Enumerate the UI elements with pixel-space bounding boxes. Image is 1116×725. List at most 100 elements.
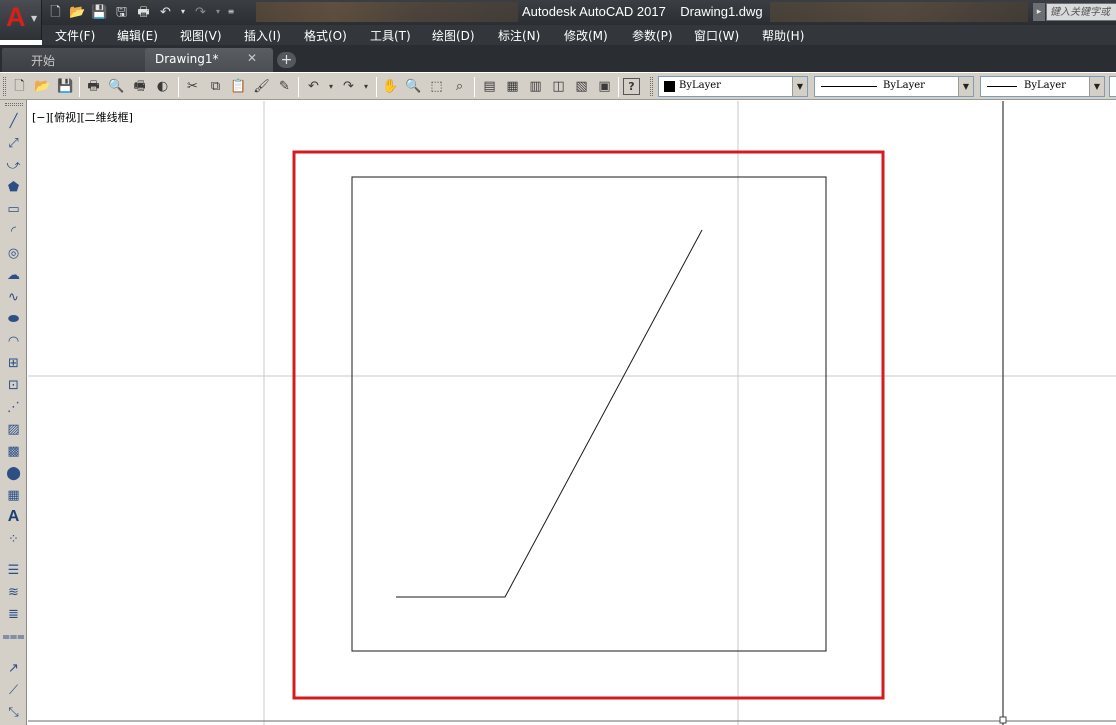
separator xyxy=(298,77,299,97)
undo-icon[interactable]: ↶ xyxy=(156,3,175,22)
save-as-icon[interactable]: 🖫 xyxy=(112,3,131,22)
make-block-icon[interactable]: ⊡ xyxy=(3,375,24,395)
copy-icon[interactable]: ⧉ xyxy=(205,76,226,97)
new-tab-button[interactable]: + xyxy=(277,52,296,68)
table-icon[interactable]: ▦ xyxy=(3,485,24,505)
plot-icon[interactable]: 🖶 xyxy=(134,3,153,22)
toolbar-grip[interactable] xyxy=(3,77,6,96)
hatch-icon[interactable]: ▨ xyxy=(3,419,24,439)
close-icon[interactable]: ✕ xyxy=(247,51,257,65)
match-properties-icon[interactable]: 🖌 xyxy=(251,76,272,97)
open-icon[interactable]: 📂 xyxy=(68,3,87,22)
redo-icon[interactable]: ↷ xyxy=(191,3,210,22)
layer-isolate-icon[interactable]: ⩶ xyxy=(2,626,24,646)
menu-file[interactable]: 文件(F) xyxy=(55,27,95,44)
open-icon[interactable]: 📂 xyxy=(32,76,53,97)
menu-parametric[interactable]: 参数(P) xyxy=(632,27,673,44)
help-icon[interactable]: ? xyxy=(623,78,640,95)
line-icon[interactable]: ╱ xyxy=(3,111,24,131)
menu-window[interactable]: 窗口(W) xyxy=(694,27,739,44)
dimension-icon[interactable]: ↗ xyxy=(3,658,24,678)
linetype-control[interactable]: ByLayer ▼ xyxy=(814,76,974,97)
undo-dropdown-icon[interactable]: ▾ xyxy=(178,3,188,22)
save-icon[interactable]: 💾 xyxy=(55,76,76,97)
design-center-icon[interactable]: ▦ xyxy=(502,76,523,97)
sheet-set-icon[interactable]: ◫ xyxy=(548,76,569,97)
menu-dimension[interactable]: 标注(N) xyxy=(498,27,540,44)
menu-draw[interactable]: 绘图(D) xyxy=(432,27,475,44)
tool-palettes-icon[interactable]: ▥ xyxy=(525,76,546,97)
toolbar-grip[interactable] xyxy=(5,103,23,106)
bent-polyline[interactable] xyxy=(396,229,703,598)
paste-icon[interactable]: 📋 xyxy=(228,76,249,97)
blurred-region xyxy=(256,2,518,22)
drawing-canvas[interactable]: [−][俯视][二维线框] xyxy=(28,101,1116,725)
leader-icon[interactable]: ⟋ xyxy=(3,680,24,700)
arc-icon[interactable]: ◜ xyxy=(3,221,24,241)
region-icon[interactable]: ⬤ xyxy=(3,463,24,483)
application-menu-button[interactable]: A ▼ xyxy=(0,0,42,40)
square-outline[interactable] xyxy=(351,176,827,652)
gradient-icon[interactable]: ▩ xyxy=(3,441,24,461)
plot-icon[interactable]: 🖶 xyxy=(83,76,104,97)
undo-icon[interactable]: ↶ xyxy=(303,76,324,97)
markup-icon[interactable]: ▧ xyxy=(571,76,592,97)
menu-tools[interactable]: 工具(T) xyxy=(370,27,411,44)
rectangle-icon[interactable]: ▭ xyxy=(3,199,24,219)
construction-line-icon[interactable]: ⤢ xyxy=(3,133,24,153)
expand-search-icon[interactable]: ▸ xyxy=(1033,3,1045,21)
publish-icon[interactable]: 🖷 xyxy=(129,76,150,97)
insert-block-icon[interactable]: ⊞ xyxy=(3,353,24,373)
toolbar-grip[interactable] xyxy=(650,77,653,96)
new-icon[interactable]: 🗋 xyxy=(9,76,30,97)
add-selected-icon[interactable]: ⁘ xyxy=(3,529,24,549)
layer-states-icon[interactable]: ≋ xyxy=(3,582,24,602)
undo-dropdown-icon[interactable]: ▾ xyxy=(326,76,336,97)
menu-edit[interactable]: 编辑(E) xyxy=(117,27,158,44)
lineweight-control[interactable]: ByLayer ▼ xyxy=(980,76,1105,97)
redo-dropdown-icon[interactable]: ▾ xyxy=(213,3,223,22)
properties-icon[interactable]: ▤ xyxy=(479,76,500,97)
new-icon[interactable]: 🗋 xyxy=(46,3,65,22)
search-field[interactable] xyxy=(1046,3,1116,21)
pan-icon[interactable]: ✋ xyxy=(380,76,401,97)
menu-insert[interactable]: 插入(I) xyxy=(244,27,281,44)
customize-icon[interactable]: ≡ xyxy=(226,3,236,22)
save-icon[interactable]: 💾 xyxy=(90,3,109,22)
menu-format[interactable]: 格式(O) xyxy=(304,27,347,44)
circle-icon[interactable]: ◎ xyxy=(3,243,24,263)
layer-icon[interactable]: ☰ xyxy=(3,560,24,580)
redo-dropdown-icon[interactable]: ▾ xyxy=(361,76,371,97)
menu-help[interactable]: 帮助(H) xyxy=(762,27,804,44)
cut-icon[interactable]: ✂ xyxy=(182,76,203,97)
point-icon[interactable]: ⋰ xyxy=(3,397,24,417)
polyline-icon[interactable]: ⤻ xyxy=(3,155,24,175)
plot-style-control[interactable] xyxy=(1109,76,1116,97)
layer-walk-icon[interactable]: ≣ xyxy=(3,604,24,624)
polygon-icon[interactable]: ⬟ xyxy=(3,177,24,197)
redo-icon[interactable]: ↷ xyxy=(338,76,359,97)
zoom-previous-icon[interactable]: ⌕ xyxy=(449,76,470,97)
chevron-down-icon[interactable]: ▼ xyxy=(958,77,973,96)
chevron-down-icon[interactable]: ▼ xyxy=(1089,77,1104,96)
chevron-down-icon[interactable]: ▼ xyxy=(792,77,807,96)
tab-start[interactable]: 开始 xyxy=(2,48,148,72)
zoom-window-icon[interactable]: ⬚ xyxy=(426,76,447,97)
search-input[interactable] xyxy=(1047,4,1116,21)
ellipse-arc-icon[interactable]: ◠ xyxy=(3,331,24,351)
plot-preview-icon[interactable]: 🔍 xyxy=(106,76,127,97)
zoom-realtime-icon[interactable]: 🔍 xyxy=(403,76,424,97)
menu-modify[interactable]: 修改(M) xyxy=(564,27,608,44)
3d-print-icon[interactable]: ◐ xyxy=(152,76,173,97)
spline-icon[interactable]: ∿ xyxy=(3,287,24,307)
tab-drawing1[interactable]: Drawing1* ✕ xyxy=(145,48,273,72)
menu-view[interactable]: 视图(V) xyxy=(180,27,222,44)
ellipse-icon[interactable]: ⬬ xyxy=(3,309,24,329)
multiline-text-icon[interactable]: A xyxy=(3,507,24,527)
chevron-down-icon: ▼ xyxy=(31,14,38,23)
color-control[interactable]: ByLayer ▼ xyxy=(658,76,808,97)
measure-icon[interactable]: ⤡ xyxy=(3,702,24,722)
block-editor-icon[interactable]: ✎ xyxy=(274,76,295,97)
revision-cloud-icon[interactable]: ☁ xyxy=(3,265,24,285)
quickcalc-icon[interactable]: ▣ xyxy=(594,76,615,97)
